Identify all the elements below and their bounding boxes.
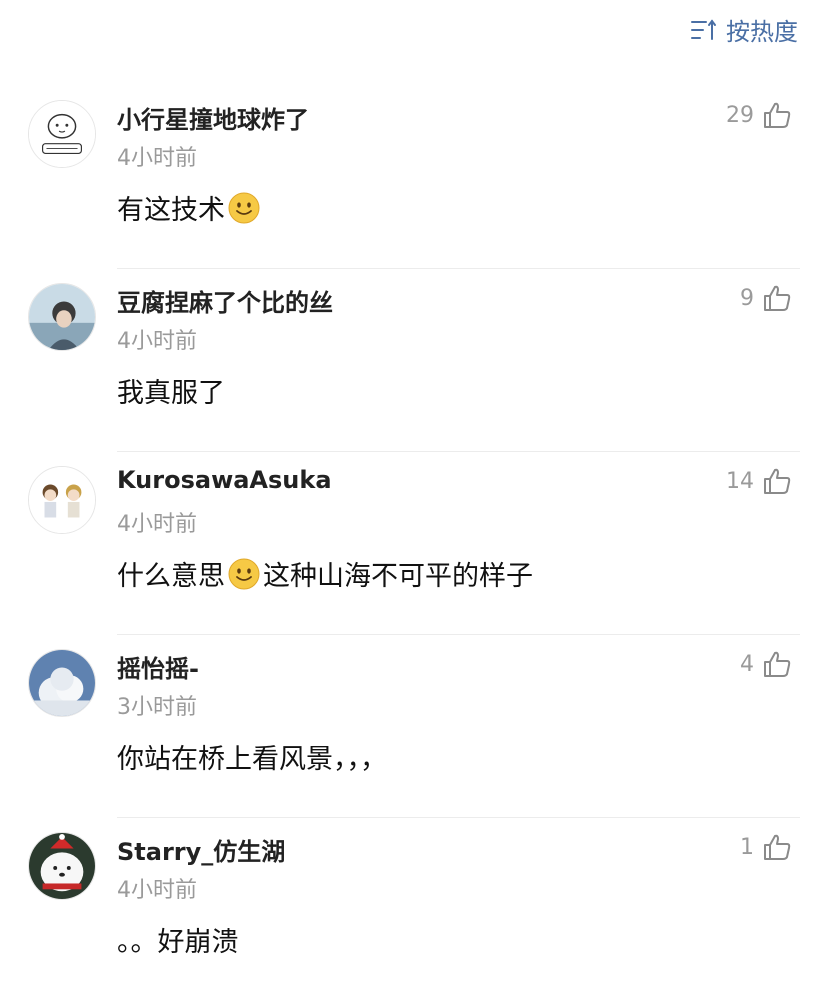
user-name[interactable]: KurosawaAsuka xyxy=(117,466,332,494)
comment-text: 我真服了 xyxy=(117,371,225,410)
thumbs-up-icon xyxy=(764,834,791,860)
smile-emoji-icon xyxy=(228,192,260,223)
comment-time: 4小时前 xyxy=(117,878,197,903)
user-name[interactable]: 豆腐捏麻了个比的丝 xyxy=(117,283,333,318)
comment-text: 。。好崩溃 xyxy=(117,920,239,959)
like-count: 1 xyxy=(740,834,754,860)
avatar[interactable] xyxy=(28,283,96,351)
comment-text-part: 。。好崩溃 xyxy=(117,927,239,958)
comment-text-part: 我真服了 xyxy=(117,378,225,409)
sort-icon xyxy=(691,18,716,40)
user-name[interactable]: Starry_仿生湖 xyxy=(117,832,285,867)
sort-by-hot-button[interactable]: 按热度 xyxy=(690,12,798,47)
avatar[interactable] xyxy=(28,100,96,168)
comment-item: 摇怡摇- 3小时前 你站在桥上看风景，，， 4 xyxy=(0,635,828,818)
comment-text-part: 这种山海不可平的样子 xyxy=(263,561,533,592)
comment-text: 你站在桥上看风景，，， xyxy=(117,737,387,776)
comment-item: 豆腐捏麻了个比的丝 4小时前 我真服了 9 xyxy=(0,269,828,452)
comment-item: 小行星撞地球炸了 4小时前 有这技术 29 xyxy=(0,86,828,269)
like-button[interactable]: 1 xyxy=(740,832,792,862)
comment-list: 小行星撞地球炸了 4小时前 有这技术 29 豆腐捏麻了个比的丝 4小时前 我真服… xyxy=(0,86,828,1001)
like-count: 9 xyxy=(740,285,754,311)
thumbs-up-icon xyxy=(764,285,791,311)
like-count: 29 xyxy=(726,102,754,128)
smile-emoji-icon xyxy=(228,558,260,589)
avatar[interactable] xyxy=(28,466,96,534)
comment-text-part: 你站在桥上看风景，，， xyxy=(117,744,387,775)
user-name[interactable]: 小行星撞地球炸了 xyxy=(117,100,309,135)
avatar[interactable] xyxy=(28,832,96,900)
thumbs-up-icon xyxy=(764,102,791,128)
user-name[interactable]: 摇怡摇- xyxy=(117,649,199,684)
comment-time: 4小时前 xyxy=(117,512,197,537)
thumbs-up-icon xyxy=(764,468,791,494)
comment-time: 3小时前 xyxy=(117,695,197,720)
like-count: 14 xyxy=(726,468,754,494)
comment-text-part: 什么意思 xyxy=(117,561,225,592)
like-button[interactable]: 9 xyxy=(740,283,792,313)
comment-item: Starry_仿生湖 4小时前 。。好崩溃 1 xyxy=(0,818,828,1001)
comment-time: 4小时前 xyxy=(117,146,197,171)
comment-text: 有这技术 xyxy=(117,188,263,227)
comment-time: 4小时前 xyxy=(117,329,197,354)
thumbs-up-icon xyxy=(764,651,791,677)
sort-label: 按热度 xyxy=(726,18,798,46)
like-button[interactable]: 29 xyxy=(726,100,792,130)
comment-text-part: 有这技术 xyxy=(117,195,225,226)
comment-item: KurosawaAsuka 4小时前 什么意思 这种山海不可平的样子 14 xyxy=(0,452,828,635)
comment-text: 什么意思 这种山海不可平的样子 xyxy=(117,554,533,593)
like-button[interactable]: 14 xyxy=(726,466,792,496)
like-button[interactable]: 4 xyxy=(740,649,792,679)
like-count: 4 xyxy=(740,651,754,677)
avatar[interactable] xyxy=(28,649,96,717)
